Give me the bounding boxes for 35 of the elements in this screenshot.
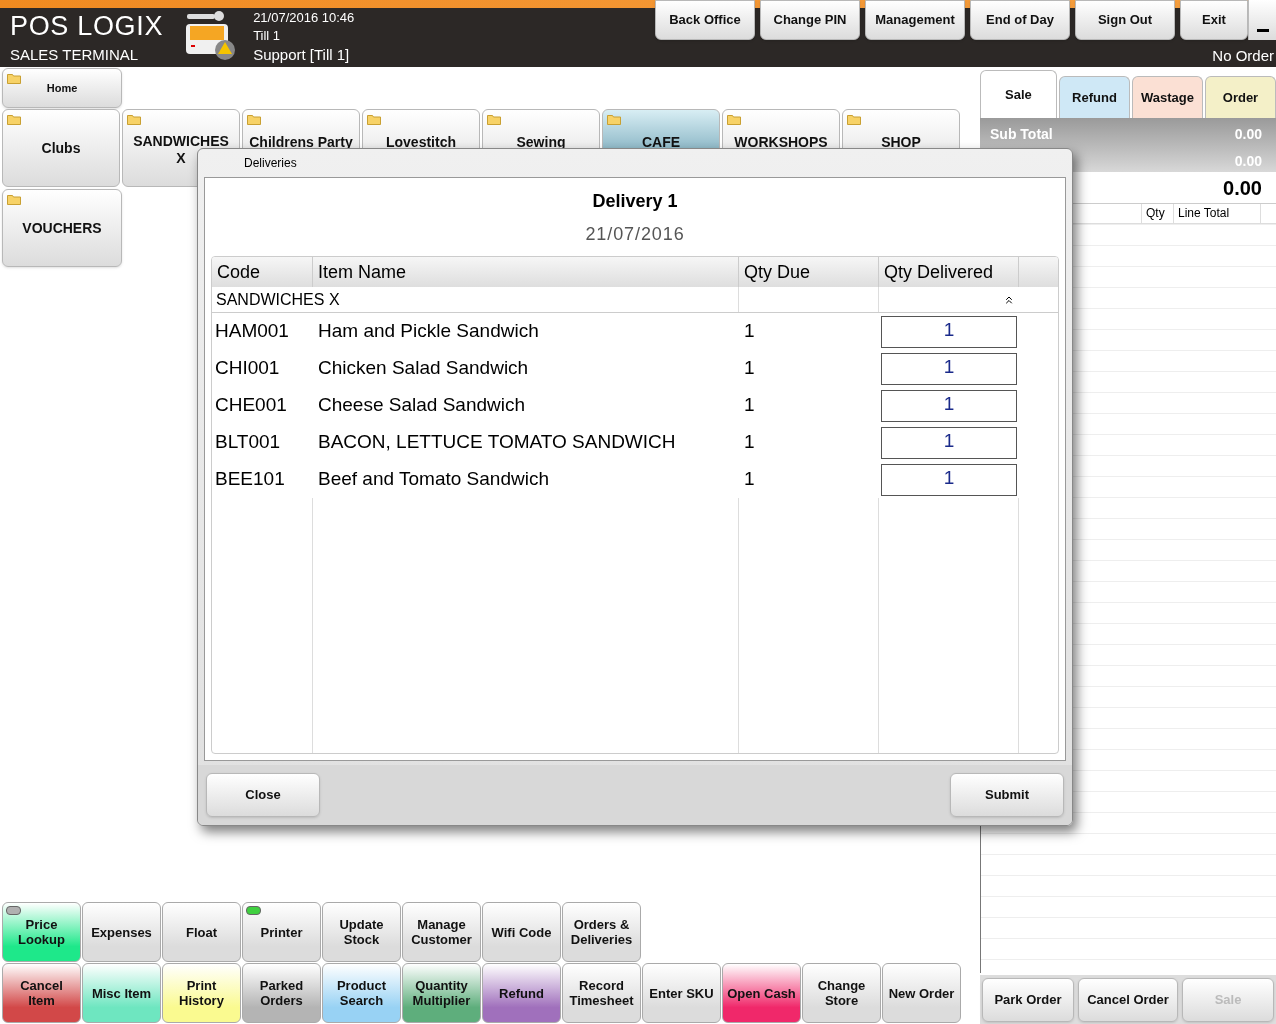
order-status: No Order (1212, 46, 1275, 66)
table-cell-text: 1 (743, 356, 756, 381)
brand-subtitle: SALES TERMINAL (10, 45, 140, 65)
total-value: 0.00 (1223, 175, 1262, 201)
table-cell-text: Cheese Salad Sandwich (317, 393, 527, 418)
column-header: Item Name (313, 257, 739, 287)
till-name: Till 1 (253, 27, 282, 45)
column-header: Qty Due (739, 257, 879, 287)
column-header: Qty Delivered (879, 257, 1019, 287)
tax-value: 0.00 (1234, 152, 1263, 171)
table-cell-text: Ham and Pickle Sandwich (317, 319, 540, 344)
table-cell-text: CHE001 (214, 393, 288, 418)
table-cell-text: Beef and Tomato Sandwich (317, 467, 550, 492)
brand-title: POS LOGIX (10, 12, 164, 40)
delivery-date: 21/07/2016 (585, 223, 685, 246)
dialog-title: Deliveries (244, 155, 297, 172)
table-cell-text: BLT001 (214, 430, 282, 455)
table-cell-text: 1 (743, 393, 756, 418)
sub-total-label: Sub Total (990, 125, 1053, 144)
column-header: Qty (1141, 204, 1173, 223)
column-header: Line Total (1173, 204, 1261, 223)
table-cell-text: HAM001 (214, 319, 290, 344)
date-time: 21/07/2016 10:46 (253, 9, 355, 26)
delivery-heading: Delivery 1 (592, 190, 678, 213)
table-cell-text: BEE101 (214, 467, 286, 492)
table-cell-text: 1 (743, 467, 756, 492)
table-cell-text: CHI001 (214, 356, 281, 381)
table-cell-text: 1 (743, 430, 756, 455)
column-header: Code (212, 257, 313, 287)
user-name: Support [Till 1] (253, 46, 351, 64)
table-cell-text: BACON, LETTUCE TOMATO SANDWICH (317, 430, 677, 455)
sub-total-value: 0.00 (1234, 125, 1263, 144)
group-row: SANDWICHES X (212, 287, 739, 312)
table-cell-text: Chicken Salad Sandwich (317, 356, 530, 381)
table-cell-text: 1 (743, 319, 756, 344)
